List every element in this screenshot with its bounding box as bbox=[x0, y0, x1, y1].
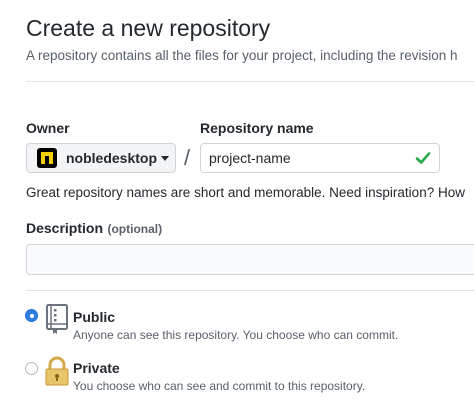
owner-repo-separator: / bbox=[184, 145, 191, 170]
private-title[interactable]: Private bbox=[73, 359, 120, 377]
caret-down-icon bbox=[161, 156, 170, 161]
owner-label: Owner bbox=[26, 120, 70, 136]
description-input[interactable] bbox=[26, 244, 474, 275]
public-radio[interactable] bbox=[25, 309, 38, 322]
visibility-divider bbox=[26, 290, 474, 291]
repository-name-hint: Great repository names are short and mem… bbox=[26, 185, 465, 200]
owner-avatar bbox=[37, 148, 57, 168]
radio-selected-dot bbox=[29, 313, 34, 318]
private-description: You choose who can see and commit to thi… bbox=[73, 379, 366, 393]
private-radio[interactable] bbox=[25, 362, 38, 375]
description-label-group: Description (optional) bbox=[26, 219, 162, 238]
repo-icon bbox=[46, 304, 68, 334]
header-divider bbox=[26, 81, 474, 82]
public-description: Anyone can see this repository. You choo… bbox=[73, 328, 399, 342]
repository-name-input[interactable] bbox=[200, 143, 440, 173]
optional-tag: (optional) bbox=[107, 222, 163, 236]
lock-icon bbox=[45, 356, 69, 386]
page-title: Create a new repository bbox=[26, 15, 271, 41]
page-subtitle: A repository contains all the files for … bbox=[26, 48, 458, 63]
check-icon bbox=[415, 152, 431, 164]
description-label: Description bbox=[26, 220, 104, 236]
public-title[interactable]: Public bbox=[73, 308, 115, 326]
owner-name: nobledesktop bbox=[66, 150, 158, 166]
repository-name-label: Repository name bbox=[200, 120, 314, 136]
nobledesktop-logo-icon bbox=[41, 152, 53, 164]
owner-select[interactable]: nobledesktop bbox=[26, 143, 176, 173]
